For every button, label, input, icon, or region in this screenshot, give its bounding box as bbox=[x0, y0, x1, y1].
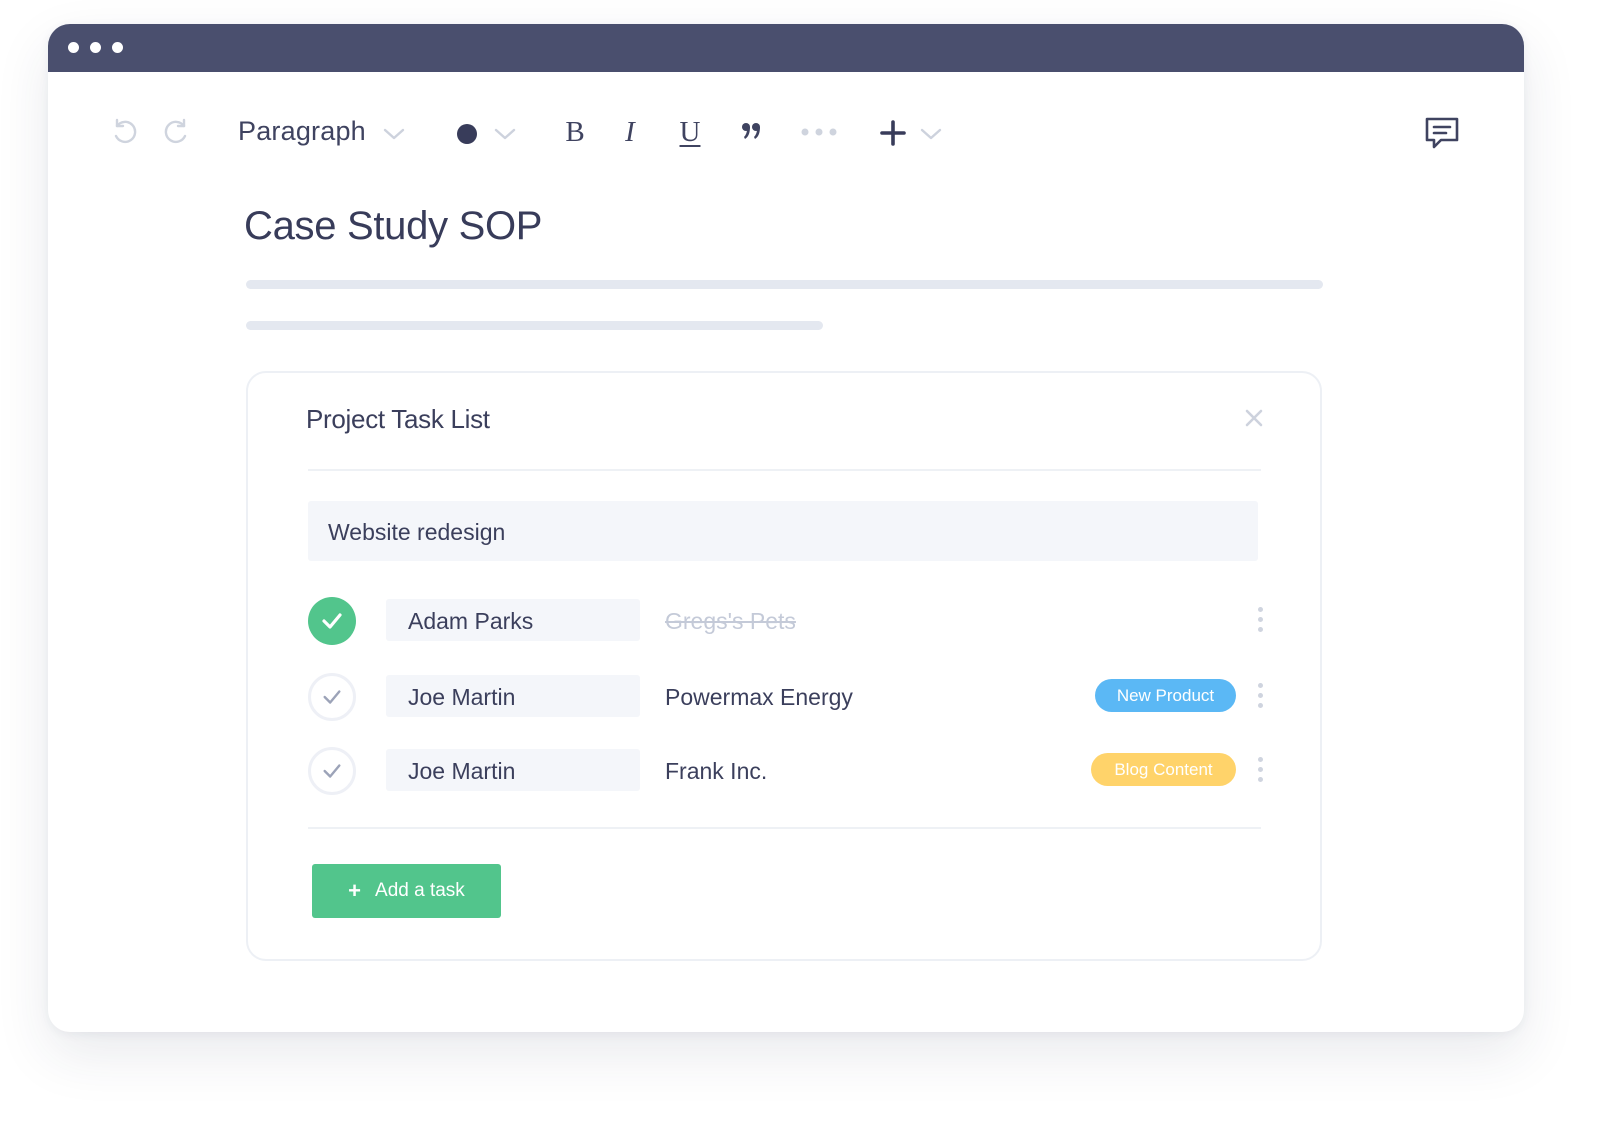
placeholder-text-line bbox=[246, 280, 1323, 289]
tag-badge[interactable]: New Product bbox=[1095, 679, 1236, 712]
quote-icon[interactable] bbox=[740, 120, 764, 144]
assignee-field[interactable]: Adam Parks bbox=[386, 599, 640, 641]
task-name[interactable]: Frank Inc. bbox=[665, 758, 767, 785]
assignee-name: Joe Martin bbox=[408, 684, 516, 710]
assignee-name: Joe Martin bbox=[408, 758, 516, 784]
tag-badge[interactable]: Blog Content bbox=[1091, 753, 1236, 786]
color-chevron-down-icon[interactable] bbox=[493, 122, 517, 146]
checkmark-icon bbox=[323, 690, 341, 704]
plus-icon: + bbox=[348, 878, 362, 903]
window-titlebar bbox=[48, 24, 1524, 72]
close-icon[interactable] bbox=[1242, 406, 1266, 430]
divider bbox=[308, 469, 1261, 471]
editor-window: Paragraph B I U Case Study SOP Project T… bbox=[48, 24, 1524, 1032]
underline-icon[interactable]: U bbox=[677, 114, 703, 150]
project-name-field[interactable]: Website redesign bbox=[308, 501, 1258, 561]
task-checkbox[interactable] bbox=[308, 597, 356, 645]
kebab-menu-icon[interactable] bbox=[1256, 607, 1264, 637]
chevron-down-icon[interactable] bbox=[382, 122, 406, 146]
placeholder-text-line bbox=[246, 321, 823, 330]
task-row: Adam Parks Gregs's Pets bbox=[306, 596, 1266, 646]
redo-icon[interactable] bbox=[161, 115, 193, 147]
kebab-menu-icon[interactable] bbox=[1256, 683, 1264, 713]
add-task-label: Add a task bbox=[375, 880, 465, 901]
italic-icon[interactable]: I bbox=[618, 114, 642, 150]
window-dot-3[interactable] bbox=[112, 42, 123, 53]
block-format-select[interactable]: Paragraph bbox=[238, 114, 366, 148]
checkmark-icon bbox=[322, 613, 342, 629]
window-dot-2[interactable] bbox=[90, 42, 101, 53]
comment-icon[interactable] bbox=[1423, 114, 1461, 152]
task-checkbox[interactable] bbox=[308, 747, 356, 795]
assignee-field[interactable]: Joe Martin bbox=[386, 675, 640, 717]
window-dot-1[interactable] bbox=[68, 42, 79, 53]
more-icon[interactable] bbox=[800, 124, 838, 140]
kebab-menu-icon[interactable] bbox=[1256, 757, 1264, 787]
document-title[interactable]: Case Study SOP bbox=[244, 204, 542, 249]
task-name[interactable]: Powermax Energy bbox=[665, 684, 853, 711]
assignee-name: Adam Parks bbox=[408, 608, 534, 634]
plus-icon[interactable] bbox=[878, 118, 908, 148]
add-task-button[interactable]: + Add a task bbox=[312, 864, 501, 918]
task-name[interactable]: Gregs's Pets bbox=[665, 608, 796, 635]
task-checkbox[interactable] bbox=[308, 673, 356, 721]
checkmark-icon bbox=[323, 764, 341, 778]
assignee-field[interactable]: Joe Martin bbox=[386, 749, 640, 791]
undo-icon[interactable] bbox=[108, 115, 140, 147]
project-name: Website redesign bbox=[328, 519, 506, 545]
bold-icon[interactable]: B bbox=[562, 114, 588, 150]
task-list-card: Project Task List Website redesign Adam … bbox=[246, 371, 1322, 961]
task-row: Joe Martin Frank Inc. Blog Content bbox=[306, 746, 1266, 796]
color-dot-icon[interactable] bbox=[455, 122, 479, 146]
divider bbox=[308, 827, 1261, 829]
task-row: Joe Martin Powermax Energy New Product bbox=[306, 672, 1266, 722]
task-list-title: Project Task List bbox=[306, 404, 490, 434]
insert-chevron-down-icon[interactable] bbox=[919, 122, 943, 146]
